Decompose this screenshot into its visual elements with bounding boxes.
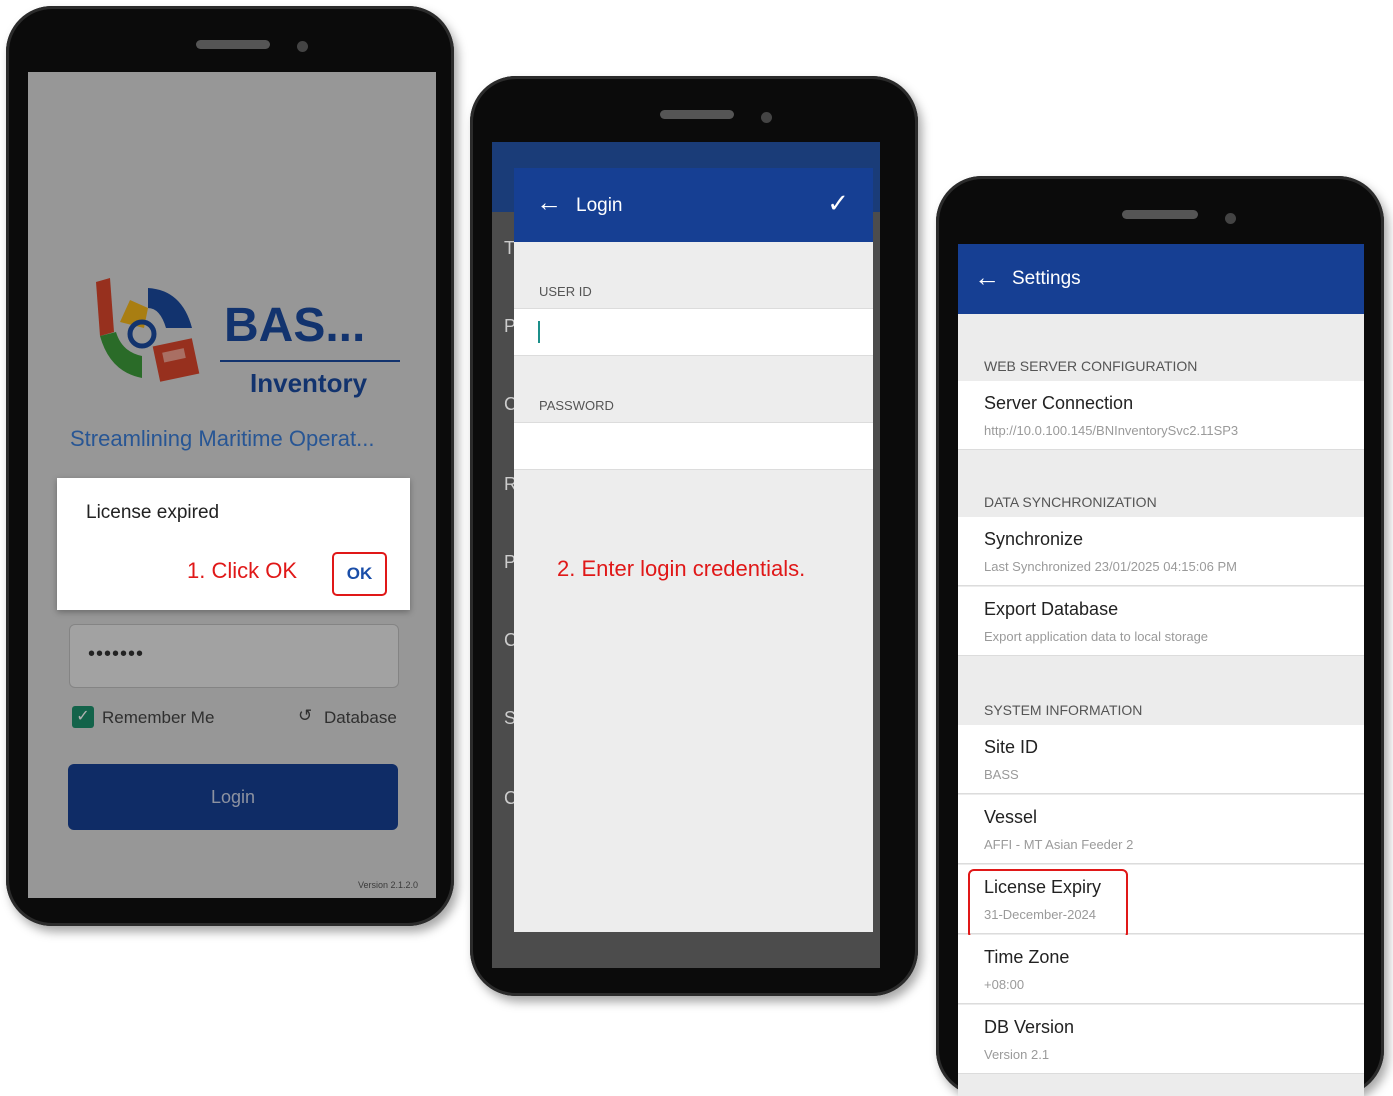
row-title: License Expiry xyxy=(984,877,1102,897)
section-header-system: SYSTEM INFORMATION xyxy=(984,702,1143,718)
user-id-label: USER ID xyxy=(539,284,592,299)
front-camera xyxy=(297,41,308,52)
row-subtitle: Last Synchronized 23/01/2025 04:15:06 PM xyxy=(984,559,1237,574)
front-camera xyxy=(1225,213,1236,224)
login-panel: ← Login ✓ USER ID PASSWORD 2. Enter logi… xyxy=(514,168,873,932)
license-screen: BAS... Inventory Streamlining Maritime O… xyxy=(28,72,436,898)
license-expired-dialog: License expired 1. Click OK OK xyxy=(57,478,410,610)
speaker-grille xyxy=(196,40,270,49)
user-id-input[interactable] xyxy=(514,308,873,356)
settings-row-db-version[interactable]: DB Version Version 2.1 xyxy=(958,1005,1364,1074)
row-subtitle: BASS xyxy=(984,767,1019,782)
text-cursor xyxy=(538,321,540,343)
settings-row-server-connection[interactable]: Server Connection http://10.0.100.145/BN… xyxy=(958,381,1364,450)
ok-button[interactable]: OK xyxy=(332,552,387,596)
row-title: Time Zone xyxy=(984,947,1070,967)
settings-row-export-database[interactable]: Export Database Export application data … xyxy=(958,587,1364,656)
phone-frame-2: T P C R P C S C ← Login ✓ USER ID PASSWO… xyxy=(470,76,918,996)
front-camera xyxy=(761,112,772,123)
row-subtitle: Version 2.1 xyxy=(984,1047,1050,1062)
settings-row-license-expiry[interactable]: License Expiry 31-December-2024 xyxy=(958,865,1364,939)
speaker-grille xyxy=(660,110,734,119)
row-title: Export Database xyxy=(984,599,1119,619)
phone-frame-1: BAS... Inventory Streamlining Maritime O… xyxy=(6,6,454,926)
appbar-title: Login xyxy=(576,195,623,216)
back-arrow-icon[interactable]: ← xyxy=(536,189,562,215)
settings-appbar: ← Settings xyxy=(958,244,1364,314)
settings-screen: ← Settings WEB SERVER CONFIGURATION Serv… xyxy=(958,244,1364,1096)
section-header-web: WEB SERVER CONFIGURATION xyxy=(984,358,1198,374)
settings-row-vessel[interactable]: Vessel AFFI - MT Asian Feeder 2 xyxy=(958,795,1364,864)
login-appbar: ← Login ✓ xyxy=(514,168,873,242)
row-subtitle: 31-December-2024 xyxy=(984,907,1097,922)
row-title: Synchronize xyxy=(984,529,1084,549)
confirm-check-icon[interactable]: ✓ xyxy=(827,188,849,219)
login-screen: T P C R P C S C ← Login ✓ USER ID PASSWO… xyxy=(492,142,880,968)
row-subtitle: +08:00 xyxy=(984,977,1025,992)
settings-row-site-id[interactable]: Site ID BASS xyxy=(958,725,1364,794)
row-title: Vessel xyxy=(984,807,1038,827)
dialog-title: License expired xyxy=(86,502,220,523)
password-label: PASSWORD xyxy=(539,398,614,413)
row-subtitle: Export application data to local storage xyxy=(984,629,1209,644)
settings-row-time-zone[interactable]: Time Zone +08:00 xyxy=(958,935,1364,1004)
row-subtitle: http://10.0.100.145/BNInventorySvc2.11SP… xyxy=(984,423,1239,438)
appbar-title: Settings xyxy=(1012,268,1081,289)
settings-row-synchronize[interactable]: Synchronize Last Synchronized 23/01/2025… xyxy=(958,517,1364,586)
section-header-sync: DATA SYNCHRONIZATION xyxy=(984,494,1157,510)
speaker-grille xyxy=(1122,210,1198,219)
phone-frame-3: ← Settings WEB SERVER CONFIGURATION Serv… xyxy=(936,176,1384,1096)
row-title: Server Connection xyxy=(984,393,1134,413)
instruction-step-2: 2. Enter login credentials. xyxy=(557,556,806,581)
row-title: Site ID xyxy=(984,737,1039,757)
row-subtitle: AFFI - MT Asian Feeder 2 xyxy=(984,837,1134,852)
password-input[interactable] xyxy=(514,422,873,470)
row-title: DB Version xyxy=(984,1017,1075,1037)
instruction-step-1: 1. Click OK xyxy=(187,558,298,583)
back-arrow-icon[interactable]: ← xyxy=(974,264,1000,290)
